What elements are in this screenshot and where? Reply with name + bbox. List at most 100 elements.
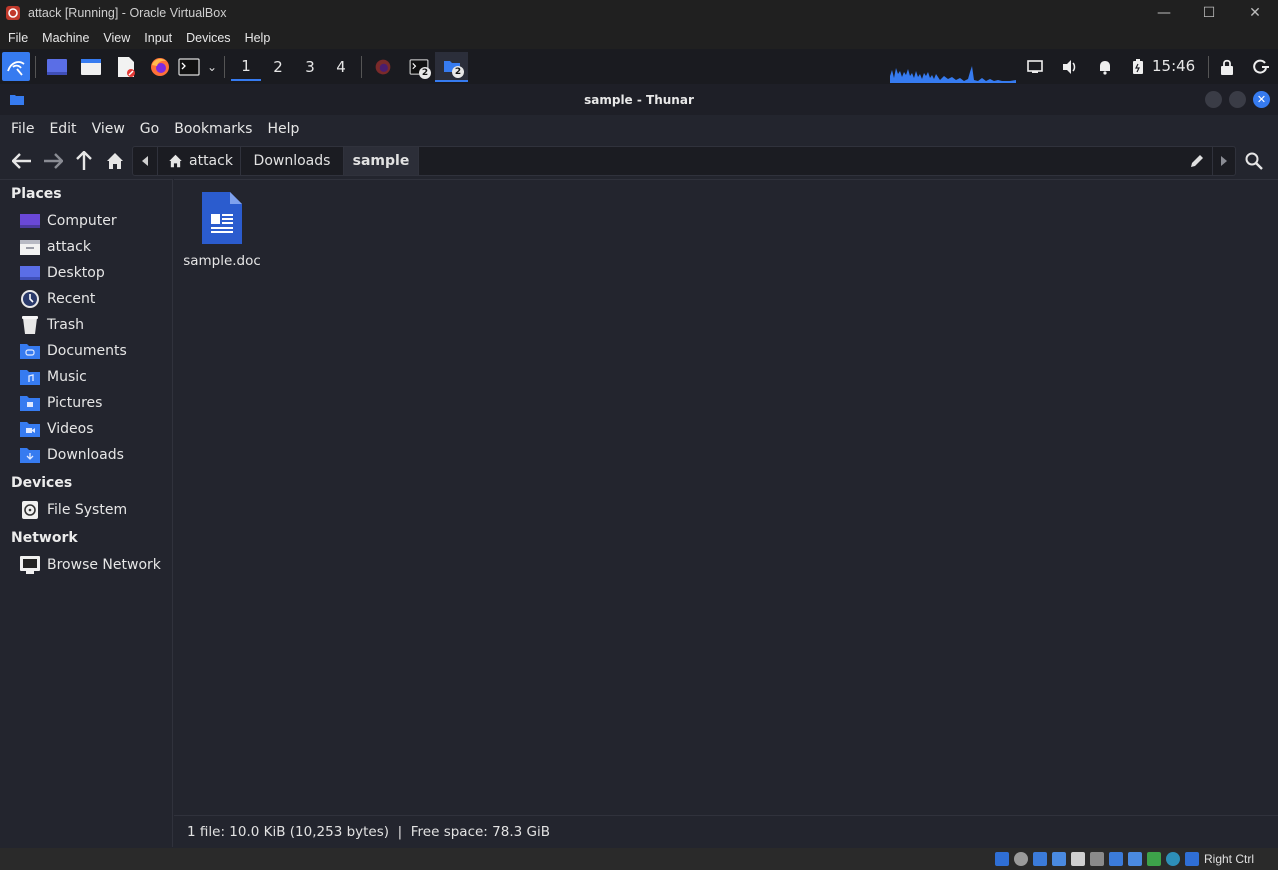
- file-manager-launcher[interactable]: [78, 54, 104, 80]
- workspace-4[interactable]: 4: [326, 53, 356, 81]
- optical-drive-status-icon[interactable]: [1014, 852, 1028, 866]
- hard-drive-icon: [19, 499, 41, 521]
- text-editor-launcher[interactable]: [113, 54, 139, 80]
- back-button[interactable]: [9, 148, 35, 174]
- sidebar-item-file-system[interactable]: File System: [19, 498, 127, 522]
- path-crumb-sample[interactable]: sample: [344, 147, 418, 175]
- task-firefox[interactable]: [370, 54, 396, 80]
- close-window-button[interactable]: ✕: [1232, 0, 1278, 26]
- menu-view[interactable]: View: [92, 121, 125, 137]
- sidebar-item-computer[interactable]: Computer: [19, 209, 117, 233]
- panel-clock[interactable]: 15:46: [1152, 57, 1195, 75]
- caret-right-icon: [1221, 156, 1227, 166]
- thunar-maximize-button[interactable]: [1229, 91, 1246, 108]
- firefox-icon: [151, 58, 169, 76]
- cpu-status-icon[interactable]: [1147, 852, 1161, 866]
- sidebar-item-documents[interactable]: Documents: [19, 339, 127, 363]
- network-icon: [19, 554, 41, 576]
- network-status-icon[interactable]: [1052, 852, 1066, 866]
- forward-button[interactable]: [40, 148, 66, 174]
- task-terminal-group[interactable]: 2: [405, 54, 433, 80]
- file-view[interactable]: sample.doc: [174, 179, 1278, 814]
- sidebar-item-recent[interactable]: Recent: [19, 287, 95, 311]
- recent-clock-icon: [19, 288, 41, 310]
- file-item[interactable]: sample.doc: [182, 190, 262, 275]
- lock-screen-icon[interactable]: [1216, 54, 1238, 80]
- maximize-button[interactable]: ☐: [1186, 0, 1232, 26]
- vbox-menu-devices[interactable]: Devices: [186, 31, 230, 45]
- guest-screen: ⌄ 1 2 3 4 2 2 15:46 sample - Thunar ✕ Fi…: [0, 49, 1278, 848]
- display-status-icon[interactable]: [1109, 852, 1123, 866]
- xfce-panel: ⌄ 1 2 3 4 2 2 15:46: [0, 49, 1278, 84]
- path-crumb-downloads[interactable]: Downloads: [241, 147, 343, 175]
- firefox-icon: [375, 59, 391, 75]
- workspace-3[interactable]: 3: [295, 53, 325, 81]
- sidebar-item-downloads[interactable]: Downloads: [19, 443, 124, 467]
- vbox-menu-file[interactable]: File: [8, 31, 28, 45]
- thunar-minimize-button[interactable]: [1205, 91, 1222, 108]
- home-button[interactable]: [102, 148, 128, 174]
- sidebar-item-videos[interactable]: Videos: [19, 417, 94, 441]
- thunar-titlebar: sample - Thunar ✕: [0, 84, 1278, 115]
- parent-folder-button[interactable]: [71, 148, 97, 174]
- menu-edit[interactable]: Edit: [49, 121, 76, 137]
- chevron-down-icon[interactable]: ⌄: [204, 54, 220, 80]
- thunar-window: sample - Thunar ✕ File Edit View Go Book…: [0, 84, 1278, 848]
- firefox-launcher[interactable]: [147, 54, 173, 80]
- arrow-left-icon: [12, 153, 31, 169]
- sidebar-item-trash[interactable]: Trash: [19, 313, 84, 337]
- sidebar-item-label: Downloads: [47, 447, 124, 463]
- edit-location-button[interactable]: [1185, 147, 1209, 175]
- path-scroll-right-button[interactable]: [1213, 147, 1235, 175]
- vbox-menubar: File Machine View Input Devices Help: [0, 26, 1278, 49]
- sidebar-item-label: Recent: [47, 291, 96, 307]
- keyboard-capture-status-icon[interactable]: [1185, 852, 1199, 866]
- pictures-folder-icon: [19, 392, 41, 414]
- vbox-titlebar: attack [Running] - Oracle VirtualBox — ☐…: [0, 0, 1278, 26]
- workspace-2[interactable]: 2: [263, 53, 293, 81]
- vbox-menu-help[interactable]: Help: [245, 31, 271, 45]
- vbox-menu-input[interactable]: Input: [144, 31, 172, 45]
- sidebar-item-label: Documents: [47, 343, 127, 359]
- audio-status-icon[interactable]: [1033, 852, 1047, 866]
- minimize-button[interactable]: —: [1141, 0, 1187, 26]
- thunar-close-button[interactable]: ✕: [1253, 91, 1270, 108]
- vbox-menu-view[interactable]: View: [103, 31, 130, 45]
- caret-left-icon: [142, 156, 148, 166]
- sidebar-item-browse-network[interactable]: Browse Network: [19, 553, 161, 577]
- kali-menu-button[interactable]: [2, 52, 30, 81]
- terminal-launcher[interactable]: [176, 54, 202, 80]
- sidebar-item-label: Videos: [47, 421, 94, 437]
- thunar-menubar: File Edit View Go Bookmarks Help: [0, 115, 1278, 143]
- search-button[interactable]: [1241, 148, 1267, 174]
- network-tray-icon[interactable]: [1024, 54, 1046, 80]
- sidebar-item-music[interactable]: Music: [19, 365, 87, 389]
- sidebar-item-attack[interactable]: attack: [19, 235, 91, 259]
- documents-folder-icon: [19, 340, 41, 362]
- sidebar-item-pictures[interactable]: Pictures: [19, 391, 102, 415]
- hard-disk-status-icon[interactable]: [995, 852, 1009, 866]
- vbox-menu-machine[interactable]: Machine: [42, 31, 89, 45]
- workspace-1[interactable]: 1: [231, 53, 261, 81]
- menu-file[interactable]: File: [11, 121, 34, 137]
- path-scroll-left-button[interactable]: [133, 147, 157, 175]
- menu-go[interactable]: Go: [140, 121, 159, 137]
- sidebar-item-desktop[interactable]: Desktop: [19, 261, 105, 285]
- path-crumb-home[interactable]: attack: [158, 147, 240, 175]
- shared-folders-status-icon[interactable]: [1090, 852, 1104, 866]
- places-header: Places: [11, 186, 62, 202]
- music-folder-icon: [19, 366, 41, 388]
- usb-status-icon[interactable]: [1071, 852, 1085, 866]
- notification-bell-icon[interactable]: [1094, 54, 1116, 80]
- menu-help[interactable]: Help: [267, 121, 299, 137]
- battery-icon[interactable]: [1128, 54, 1148, 80]
- menu-bookmarks[interactable]: Bookmarks: [174, 121, 252, 137]
- logout-icon[interactable]: [1250, 54, 1272, 80]
- show-desktop-button[interactable]: [44, 54, 70, 80]
- volume-icon[interactable]: [1059, 54, 1081, 80]
- mouse-integration-status-icon[interactable]: [1166, 852, 1180, 866]
- task-thunar-group[interactable]: 2: [435, 52, 468, 82]
- recording-status-icon[interactable]: [1128, 852, 1142, 866]
- desktop-icon: [19, 262, 41, 284]
- vbox-statusbar: Right Ctrl: [0, 848, 1278, 870]
